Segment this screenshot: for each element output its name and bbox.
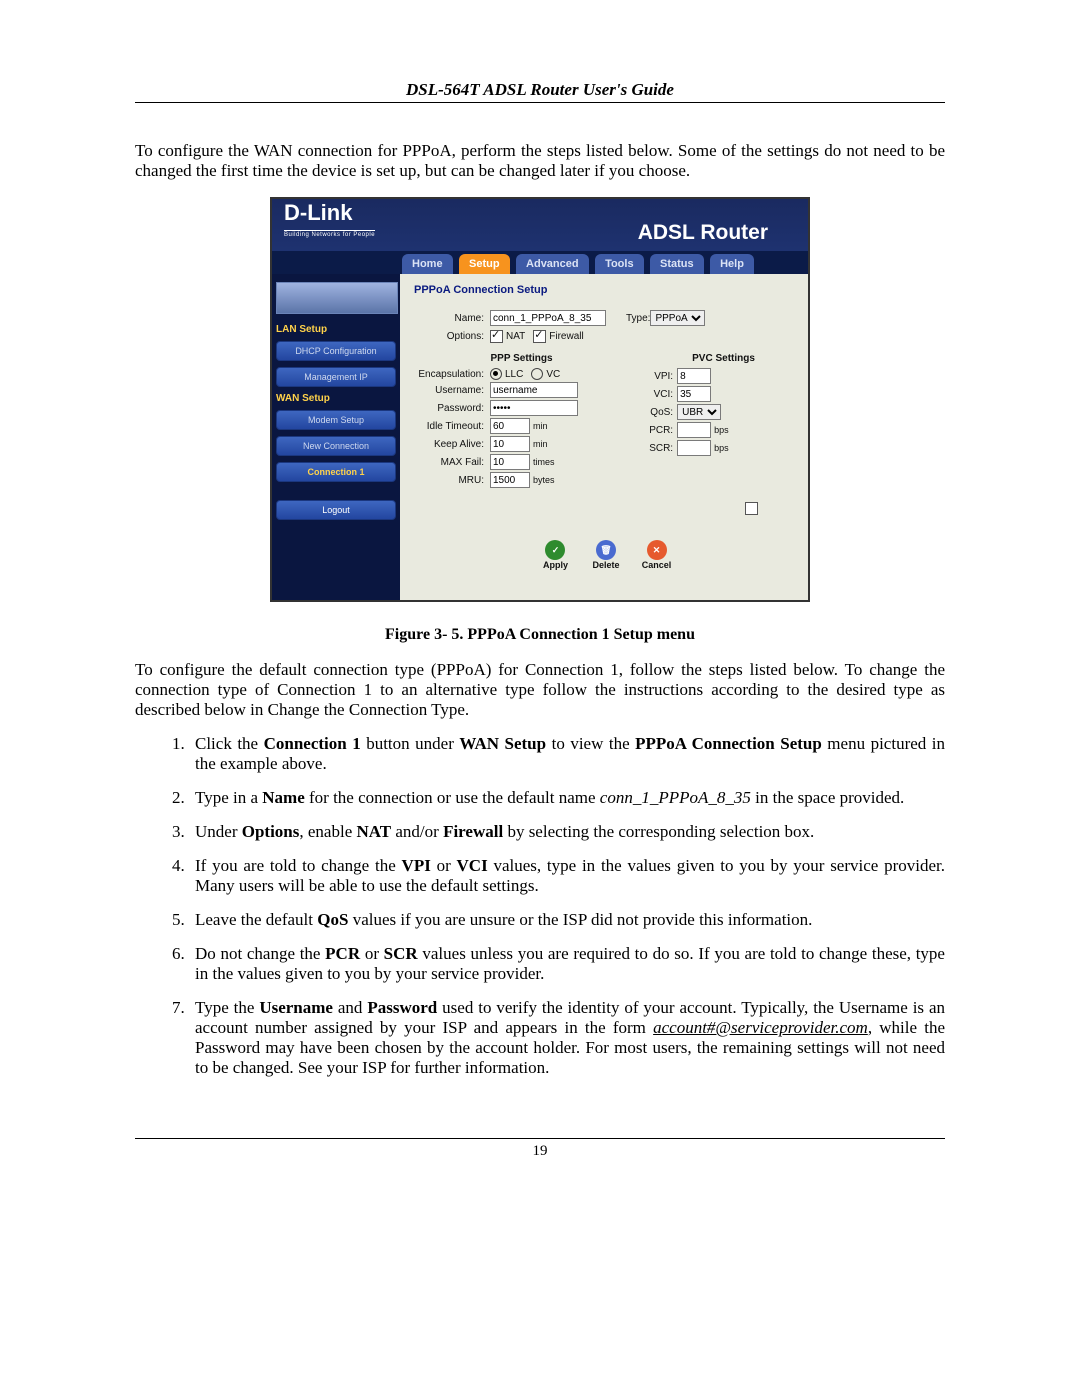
- name-label: Name:: [414, 313, 490, 324]
- cancel-icon[interactable]: ✕: [647, 540, 667, 560]
- step-7: Type the Username and Password used to v…: [189, 998, 945, 1078]
- figure-router-screenshot: D-Link Building Networks for People ADSL…: [135, 197, 945, 602]
- vci-input[interactable]: [677, 386, 711, 402]
- max-unit: times: [533, 457, 555, 467]
- device-image: [276, 282, 398, 314]
- tab-setup[interactable]: Setup: [459, 254, 510, 274]
- dlink-logo: D-Link: [284, 203, 798, 223]
- qos-label: QoS:: [649, 407, 677, 418]
- sidebar-management-ip[interactable]: Management IP: [276, 367, 396, 387]
- vci-label: VCI:: [649, 389, 677, 400]
- cancel-label: Cancel: [633, 560, 681, 570]
- sidebar-heading-lan: LAN Setup: [276, 324, 396, 335]
- page-header: DSL-564T ADSL Router User's Guide: [135, 80, 945, 103]
- idle-unit: min: [533, 421, 548, 431]
- tab-tools[interactable]: Tools: [595, 254, 644, 274]
- sidebar-heading-wan: WAN Setup: [276, 393, 396, 404]
- router-content: PPPoA Connection Setup Name: Type: PPPoA…: [400, 274, 808, 600]
- tab-home[interactable]: Home: [402, 254, 453, 274]
- vc-label: VC: [546, 369, 560, 380]
- dlink-logo-sub: Building Networks for People: [284, 230, 375, 238]
- type-select[interactable]: PPPoA: [650, 310, 705, 326]
- firewall-label: Firewall: [549, 331, 583, 342]
- pcr-input[interactable]: [677, 422, 711, 438]
- router-tabs: Home Setup Advanced Tools Status Help: [272, 251, 808, 274]
- username-label: Username:: [414, 385, 490, 396]
- idle-timeout-input[interactable]: [490, 418, 530, 434]
- firewall-checkbox[interactable]: [533, 330, 546, 343]
- mru-input[interactable]: [490, 472, 530, 488]
- step-6: Do not change the PCR or SCR values unle…: [189, 944, 945, 984]
- options-label: Options:: [414, 331, 490, 342]
- tab-status[interactable]: Status: [650, 254, 704, 274]
- mru-label: MRU:: [414, 475, 490, 486]
- scr-unit: bps: [714, 443, 729, 453]
- scr-label: SCR:: [649, 443, 677, 454]
- vpi-label: VPI:: [649, 371, 677, 382]
- name-input[interactable]: [490, 310, 606, 326]
- nat-checkbox[interactable]: [490, 330, 503, 343]
- banner-title: ADSL Router: [638, 221, 768, 245]
- page-footer: 19: [135, 1138, 945, 1160]
- step-2: Type in a Name for the connection or use…: [189, 788, 945, 808]
- username-input[interactable]: [490, 382, 578, 398]
- pcr-unit: bps: [714, 425, 729, 435]
- figure-caption: Figure 3- 5. PPPoA Connection 1 Setup me…: [135, 626, 945, 644]
- pvc-settings-title: PVC Settings: [649, 353, 798, 364]
- para-after-figure: To configure the default connection type…: [135, 660, 945, 720]
- password-input[interactable]: [490, 400, 578, 416]
- apply-icon[interactable]: ✓: [545, 540, 565, 560]
- encap-label: Encapsulation:: [414, 369, 490, 380]
- nat-label: NAT: [506, 331, 525, 342]
- keep-unit: min: [533, 439, 548, 449]
- sidebar-new-connection[interactable]: New Connection: [276, 436, 396, 456]
- mru-unit: bytes: [533, 475, 555, 485]
- intro-paragraph: To configure the WAN connection for PPPo…: [135, 141, 945, 181]
- delete-label: Delete: [582, 560, 630, 570]
- sidebar-connection-1[interactable]: Connection 1: [276, 462, 396, 482]
- step-4: If you are told to change the VPI or VCI…: [189, 856, 945, 896]
- llc-radio[interactable]: [490, 368, 502, 380]
- keep-alive-input[interactable]: [490, 436, 530, 452]
- sidebar-logout[interactable]: Logout: [276, 500, 396, 520]
- sidebar-dhcp-config[interactable]: DHCP Configuration: [276, 341, 396, 361]
- tab-advanced[interactable]: Advanced: [516, 254, 589, 274]
- steps-list: Click the Connection 1 button under WAN …: [135, 734, 945, 1078]
- tab-help[interactable]: Help: [710, 254, 754, 274]
- qos-select[interactable]: UBR: [677, 404, 721, 420]
- apply-label: Apply: [531, 560, 579, 570]
- max-fail-label: MAX Fail:: [414, 457, 490, 468]
- pcr-label: PCR:: [649, 425, 677, 436]
- llc-label: LLC: [505, 369, 523, 380]
- delete-icon[interactable]: 🗑: [596, 540, 616, 560]
- idle-timeout-label: Idle Timeout:: [414, 421, 490, 432]
- vpi-input[interactable]: [677, 368, 711, 384]
- step-3: Under Options, enable NAT and/or Firewal…: [189, 822, 945, 842]
- scr-input[interactable]: [677, 440, 711, 456]
- type-label: Type:: [626, 313, 650, 324]
- ppp-settings-title: PPP Settings: [414, 353, 629, 364]
- step-1: Click the Connection 1 button under WAN …: [189, 734, 945, 774]
- max-fail-input[interactable]: [490, 454, 530, 470]
- content-title: PPPoA Connection Setup: [414, 284, 798, 296]
- bottom-checkbox[interactable]: [745, 502, 758, 515]
- vc-radio[interactable]: [531, 368, 543, 380]
- router-banner: D-Link Building Networks for People ADSL…: [272, 199, 808, 251]
- keep-alive-label: Keep Alive:: [414, 439, 490, 450]
- step-5: Leave the default QoS values if you are …: [189, 910, 945, 930]
- password-label: Password:: [414, 403, 490, 414]
- router-sidebar: LAN Setup DHCP Configuration Management …: [272, 274, 400, 600]
- sidebar-modem-setup[interactable]: Modem Setup: [276, 410, 396, 430]
